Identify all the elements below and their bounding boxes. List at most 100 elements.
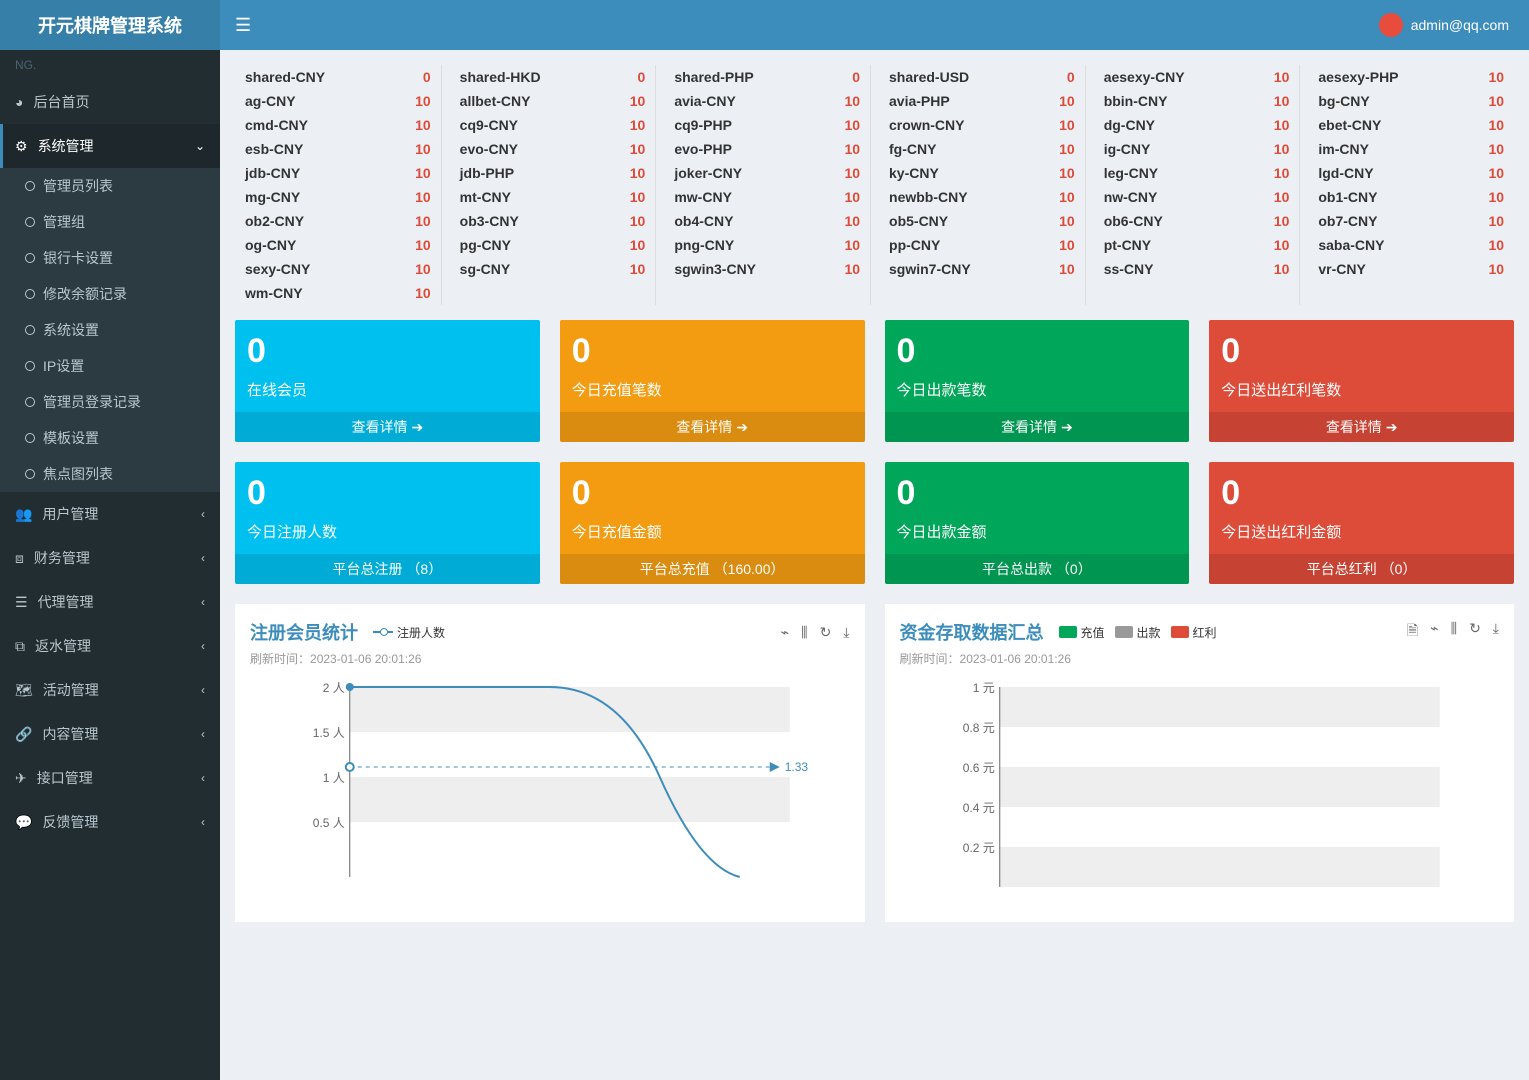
svg-text:0.4 元: 0.4 元 — [962, 801, 994, 815]
tool-refresh-icon[interactable]: ↻ — [820, 624, 832, 641]
sub-nav-item[interactable]: 系统设置 — [0, 312, 220, 348]
tool-line-icon[interactable]: ⌁ — [1430, 620, 1438, 644]
tool-refresh-icon[interactable]: ↻ — [1469, 620, 1481, 644]
svg-text:1 人: 1 人 — [323, 771, 345, 785]
stat-footer[interactable]: 平台总红利 （0） — [1209, 554, 1514, 584]
stat-label: 今日充值笔数 — [572, 379, 853, 400]
menu-toggle-icon[interactable]: ☰ — [220, 15, 266, 36]
sub-nav-item[interactable]: 管理员登录记录 — [0, 384, 220, 420]
tool-bar-icon[interactable]: ⫼ — [801, 624, 807, 641]
stat-footer[interactable]: 平台总充值 （160.00） — [560, 554, 865, 584]
sub-nav-item[interactable]: 焦点图列表 — [0, 456, 220, 492]
svg-text:0.5 人: 0.5 人 — [313, 816, 345, 830]
nav-users[interactable]: 👥用户管理‹ — [0, 492, 220, 536]
map-icon: 🗺 — [15, 682, 33, 699]
tool-download-icon[interactable]: ⤓ — [843, 624, 849, 641]
user-menu[interactable]: admin@qq.com — [1379, 13, 1529, 37]
legend-item[interactable]: 红利 — [1171, 624, 1217, 641]
game-row: pg-CNY10 — [460, 233, 646, 257]
game-row: sgwin7-CNY10 — [889, 257, 1075, 281]
legend-swatch — [1115, 626, 1133, 638]
stat-box: 0今日注册人数平台总注册 （8） — [235, 462, 540, 584]
stat-num: 0 — [247, 474, 528, 513]
sub-nav-item[interactable]: 管理员列表 — [0, 168, 220, 204]
chart-row: 注册会员统计 注册人数 ⌁ ⫼ ↻ ⤓ 刷新时间：2023-01-06 20:0… — [235, 604, 1514, 922]
game-row: pt-CNY10 — [1104, 233, 1290, 257]
nav-comment[interactable]: 💬反馈管理‹ — [0, 800, 220, 844]
stat-num: 0 — [1221, 474, 1502, 513]
stat-footer[interactable]: 平台总出款 （0） — [885, 554, 1190, 584]
chart-tools: 🗎 ⌁ ⫼ ↻ ⤓ — [1407, 620, 1499, 644]
legend-swatch — [1171, 626, 1189, 638]
stat-footer[interactable]: 查看详情 ➔ — [560, 412, 865, 442]
game-grid: shared-CNY0ag-CNY10cmd-CNY10esb-CNY10jdb… — [235, 65, 1514, 305]
nav-money[interactable]: ⧈财务管理‹ — [0, 536, 220, 580]
game-row: ig-CNY10 — [1104, 137, 1290, 161]
tool-bar-icon[interactable]: ⫼ — [1451, 620, 1457, 644]
tool-line-icon[interactable]: ⌁ — [781, 624, 789, 641]
game-row: wm-CNY10 — [245, 281, 431, 305]
game-row: aesexy-PHP10 — [1318, 65, 1504, 89]
game-row: ky-CNY10 — [889, 161, 1075, 185]
avatar — [1379, 13, 1403, 37]
circle-icon — [25, 433, 35, 443]
game-row: lgd-CNY10 — [1318, 161, 1504, 185]
stat-footer[interactable]: 查看详情 ➔ — [885, 412, 1190, 442]
sub-nav-item[interactable]: 模板设置 — [0, 420, 220, 456]
svg-text:2 人: 2 人 — [323, 681, 345, 695]
chevron-icon: ‹ — [201, 815, 205, 829]
stat-footer[interactable]: 平台总注册 （8） — [235, 554, 540, 584]
svg-text:0.8 元: 0.8 元 — [962, 721, 994, 735]
sub-nav-item[interactable]: 银行卡设置 — [0, 240, 220, 276]
main-content: shared-CNY0ag-CNY10cmd-CNY10esb-CNY10jdb… — [220, 50, 1529, 937]
game-row: newbb-CNY10 — [889, 185, 1075, 209]
stat-footer[interactable]: 查看详情 ➔ — [1209, 412, 1514, 442]
sub-nav-item[interactable]: 修改余额记录 — [0, 276, 220, 312]
game-row: avia-PHP10 — [889, 89, 1075, 113]
stat-footer[interactable]: 查看详情 ➔ — [235, 412, 540, 442]
stat-box: 0今日充值笔数查看详情 ➔ — [560, 320, 865, 442]
game-row: shared-PHP0 — [674, 65, 860, 89]
nav-list[interactable]: ☰代理管理‹ — [0, 580, 220, 624]
legend-item[interactable]: 充值 — [1059, 624, 1105, 641]
chevron-icon: ‹ — [201, 639, 205, 653]
tool-download-icon[interactable]: ⤓ — [1493, 620, 1499, 644]
list-icon: ☰ — [15, 594, 28, 611]
arrow-icon: ➔ — [411, 419, 423, 435]
stat-label: 今日送出红利笔数 — [1221, 379, 1502, 400]
stat-label: 今日出款笔数 — [897, 379, 1178, 400]
sub-nav-item[interactable]: 管理组 — [0, 204, 220, 240]
game-row: fg-CNY10 — [889, 137, 1075, 161]
nav-gear[interactable]: ⚙系统管理⌄ — [0, 124, 220, 168]
nav-send[interactable]: ✈接口管理‹ — [0, 756, 220, 800]
chart-refresh: 刷新时间：2023-01-06 20:01:26 — [250, 650, 850, 667]
legend-item[interactable]: 出款 — [1115, 624, 1161, 641]
game-row: jdb-PHP10 — [460, 161, 646, 185]
link-icon: ⧉ — [15, 638, 25, 655]
svg-text:1 元: 1 元 — [972, 681, 994, 695]
game-row: sgwin3-CNY10 — [674, 257, 860, 281]
stat-label: 今日送出红利金额 — [1221, 521, 1502, 542]
tool-data-icon[interactable]: 🗎 — [1407, 620, 1418, 644]
game-row: saba-CNY10 — [1318, 233, 1504, 257]
chart-title: 资金存取数据汇总 — [900, 619, 1044, 645]
stat-label: 今日出款金额 — [897, 521, 1178, 542]
logo[interactable]: 开元棋牌管理系统 — [0, 0, 220, 50]
game-row: ag-CNY10 — [245, 89, 431, 113]
nav-link[interactable]: ⧉返水管理‹ — [0, 624, 220, 668]
game-row: ob7-CNY10 — [1318, 209, 1504, 233]
game-row: bbin-CNY10 — [1104, 89, 1290, 113]
svg-text:1.5 人: 1.5 人 — [313, 726, 345, 740]
nav-chain[interactable]: 🔗内容管理‹ — [0, 712, 220, 756]
send-icon: ✈ — [15, 770, 27, 787]
chevron-icon: ‹ — [201, 727, 205, 741]
stat-num: 0 — [897, 474, 1178, 513]
chart-funds: 资金存取数据汇总 充值出款红利 🗎 ⌁ ⫼ ↻ ⤓ 刷新时间：2023-01-0… — [885, 604, 1515, 922]
nav-map[interactable]: 🗺活动管理‹ — [0, 668, 220, 712]
nav-dashboard[interactable]: ◕后台首页 — [0, 80, 220, 124]
svg-text:1.33: 1.33 — [785, 760, 809, 774]
game-row: shared-HKD0 — [460, 65, 646, 89]
stat-box: 0今日出款笔数查看详情 ➔ — [885, 320, 1190, 442]
sub-nav-item[interactable]: IP设置 — [0, 348, 220, 384]
game-row: png-CNY10 — [674, 233, 860, 257]
